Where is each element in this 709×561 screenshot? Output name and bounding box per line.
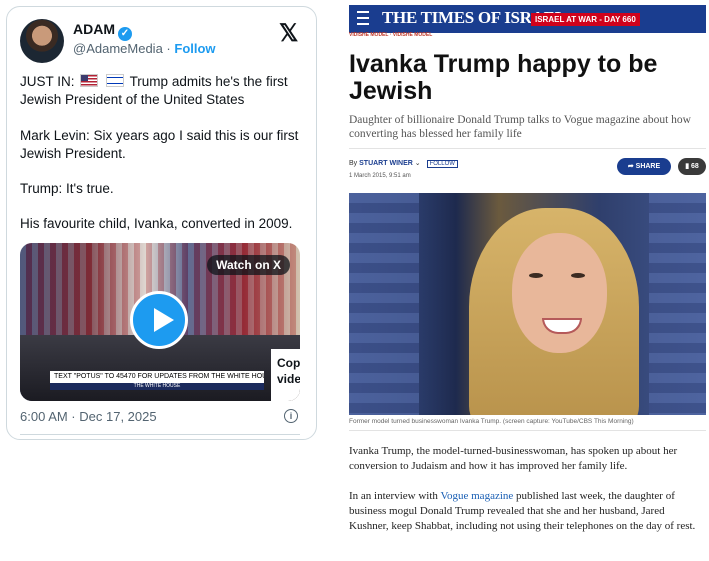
vogue-link[interactable]: Vogue magazine [440,490,513,502]
photo-face [512,233,607,353]
video-ticker-sub: THE WHITE HOUSE [50,383,264,390]
photo-eye-right [571,273,585,278]
author-name-line[interactable]: ADAM ✓ [73,21,132,41]
divider [349,148,706,149]
divider [20,434,300,435]
article-subheadline: Daughter of billionaire Donald Trump tal… [349,114,691,140]
comment-icon: ▮ [685,163,690,170]
chevron-down-icon[interactable]: ⌄ [415,160,421,167]
play-icon[interactable] [130,291,188,349]
share-button[interactable]: ➦ SHARE [617,158,671,175]
tweet-paragraph-levin: Mark Levin: Six years ago I said this is… [20,128,299,161]
tweet-paragraph-ivanka: His favourite child, Ivanka, converted i… [20,216,293,231]
follow-author-button[interactable]: FOLLOW [426,160,458,168]
divider [349,430,706,431]
author-handle[interactable]: @AdameMedia [73,41,163,56]
just-in-label: JUST IN: [20,74,75,89]
copy-video-card[interactable]: Copy video [271,349,300,401]
curtain-right [649,193,706,415]
share-label: SHARE [635,163,661,170]
article-kicker[interactable]: VIDISHE MODEL · VIDISHE MODEL [349,32,432,38]
photo-caption: Former model turned businesswoman Ivanka… [349,418,634,425]
article-date: 1 March 2015, 9:51 am [349,173,411,179]
avatar[interactable] [20,19,64,63]
toi-header-bar: THE TIMES OF ISRAEL ISRAEL AT WAR - DAY … [349,5,706,33]
tweet-card[interactable]: ADAM ✓ @AdameMedia · Follow 𝕏 JUST IN: Tr… [6,6,317,440]
us-flag-icon [80,74,99,87]
comments-button[interactable]: ▮ 68 [678,158,706,175]
follow-button[interactable]: Follow [174,41,215,56]
separator-dot: · [166,41,171,56]
video-player[interactable]: Watch on X TEXT "POTUS" TO 45470 FOR UPD… [20,243,300,401]
author-link[interactable]: STUART WINER [359,160,413,167]
tweet-timestamp[interactable]: 6:00 AM · Dec 17, 2025 [20,409,157,424]
curtain-left [349,193,419,415]
x-logo-icon[interactable]: 𝕏 [279,19,298,48]
handle-line: @AdameMedia · Follow [73,41,216,56]
tweet-text-line1: JUST IN: Trump admits he's the first Jew… [20,73,305,109]
author-name[interactable]: ADAM [73,21,115,37]
paragraph-2-intro: In an interview with [349,490,438,502]
info-icon[interactable]: i [284,409,298,423]
share-icon: ➦ [627,163,634,170]
watch-on-x-button[interactable]: Watch on X [207,255,290,275]
tweet-paragraph-trump: Trump: It's true. [20,181,114,196]
war-banner[interactable]: ISRAEL AT WAR - DAY 660 [531,13,640,26]
video-ticker: TEXT "POTUS" TO 45470 FOR UPDATES FROM T… [50,371,264,383]
byline: By STUART WINER ⌄ FOLLOW [349,159,458,168]
article-paragraph-2: In an interview with Vogue magazine publ… [349,489,706,534]
israel-flag-icon [106,74,125,87]
menu-icon[interactable] [357,11,369,25]
article-photo[interactable] [349,193,706,415]
article-paragraph-1: Ivanka Trump, the model-turned-businessw… [349,445,678,472]
article-headline: Ivanka Trump happy to be Jewish [349,50,658,105]
comment-count: 68 [691,163,699,170]
verified-badge-icon: ✓ [118,27,132,41]
byline-prefix: By [349,160,358,167]
photo-eye-left [529,273,543,278]
